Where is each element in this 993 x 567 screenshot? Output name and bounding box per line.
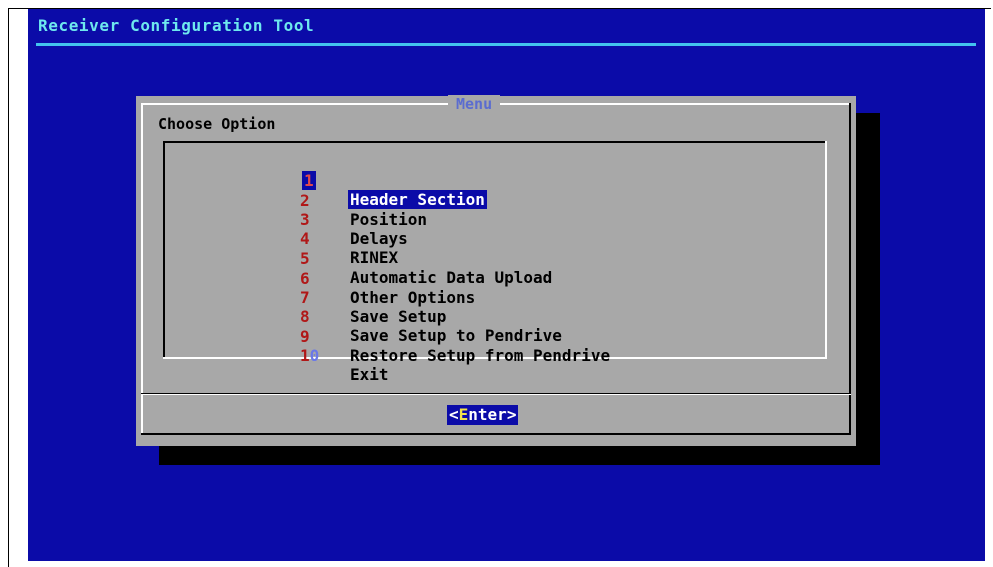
dialog-border-bottom <box>141 433 851 435</box>
title-rule <box>36 43 976 46</box>
menu-item-other-options[interactable]: 6 Other Options <box>300 250 720 307</box>
dialog-border-left <box>141 103 143 435</box>
menu-item-exit[interactable]: 10 Exit <box>300 327 720 384</box>
menu-item-delays[interactable]: 3 Delays <box>300 191 720 248</box>
dialog-border-right <box>849 103 851 435</box>
dialog-title: Menu <box>448 95 501 113</box>
menu-item-restore-setup-from-pendrive[interactable]: 9 Restore Setup from Pendrive <box>300 308 720 365</box>
app-title: Receiver Configuration Tool <box>38 16 315 35</box>
dialog-prompt: Choose Option <box>158 115 276 133</box>
button-divider <box>141 393 851 395</box>
menu-item-save-setup-to-pendrive[interactable]: 8 Save Setup to Pendrive <box>300 288 720 345</box>
menu-item-automatic-data-upload[interactable]: 5 Automatic Data Upload <box>300 230 720 287</box>
menu-item-header-section[interactable]: 1 Header Section <box>300 152 720 209</box>
menu-item-key: 10 <box>300 346 320 365</box>
menu-item-label: Restore Setup from Pendrive <box>350 346 611 365</box>
menu-item-save-setup[interactable]: 7 Save Setup <box>300 269 720 326</box>
menu-item-rinex[interactable]: 4 RINEX <box>300 210 720 267</box>
menu-item-label: Exit <box>350 365 389 384</box>
enter-button[interactable]: <Enter> <box>447 405 519 425</box>
menu-item-position[interactable]: 2 Position <box>300 172 720 229</box>
